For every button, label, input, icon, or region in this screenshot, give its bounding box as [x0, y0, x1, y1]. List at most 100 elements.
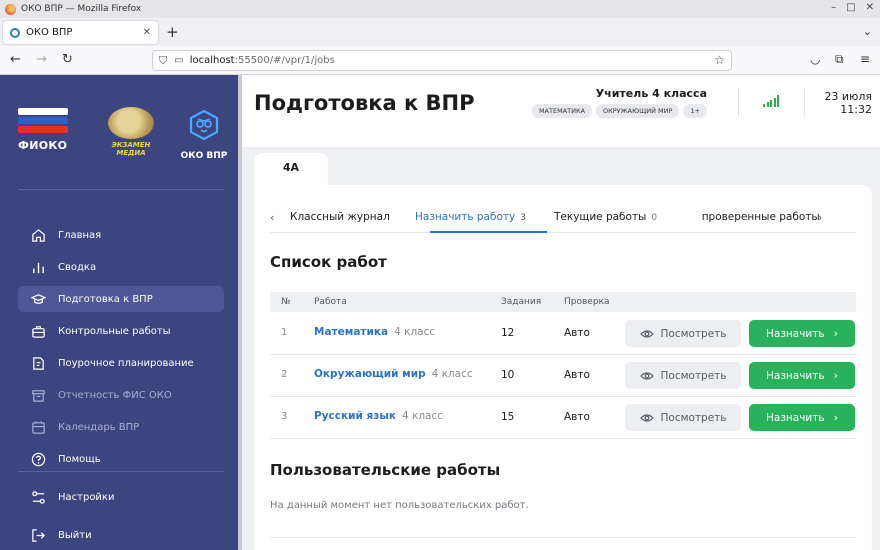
window-titlebar: ОКО ВПР — Mozilla Firefox – □ ✕	[0, 0, 880, 18]
active-tab-underline	[430, 231, 547, 233]
custom-works-title: Пользовательские работы	[270, 461, 501, 479]
subtabs: ‹ Классный журнал Назначить работу 3 Теку…	[270, 203, 856, 233]
reload-icon[interactable]: ↻	[62, 52, 73, 67]
tab-strip: ОКО ВПР ✕ + ⌄	[0, 18, 880, 46]
pocket-icon[interactable]: ◡	[810, 52, 820, 66]
emblem-icon	[108, 107, 154, 139]
sidebar: ФИОКО ЭКЗАМЕН МЕДИА ОКО ВПР Главная Сводк…	[0, 75, 240, 550]
fioko-logo[interactable]: ФИОКО	[18, 108, 73, 152]
forward-icon[interactable]: →	[36, 52, 47, 67]
class-tab-4a[interactable]: 4А	[254, 153, 328, 189]
eye-icon	[639, 329, 654, 338]
page-title: Подготовка к ВПР	[254, 91, 475, 115]
edit-note-icon	[30, 355, 46, 371]
date-time: 23 июля 11:32	[824, 90, 872, 116]
col-check: Проверка	[564, 297, 610, 307]
tab-current-works[interactable]: Текущие работы 0	[554, 211, 657, 223]
briefcase-icon	[30, 323, 46, 339]
url-text[interactable]: localhost:55500/#/vpr/1/jobs	[190, 55, 335, 66]
page-info-icon[interactable]: ▭	[174, 55, 183, 66]
work-link[interactable]: Русский язык	[314, 410, 396, 422]
sidebar-item-tests[interactable]: Контрольные работы	[18, 318, 224, 344]
card-divider	[270, 537, 856, 538]
nav-bar: ← → ↻ ⛉ ▭ localhost:55500/#/vpr/1/jobs ☆…	[0, 46, 880, 75]
connection-signal-icon	[763, 95, 779, 107]
teacher-info[interactable]: Учитель 4 класса МАТЕМАТИКА ОКРУЖАЮЩИЙ М…	[512, 87, 707, 118]
sidebar-item-help[interactable]: Помощь	[18, 446, 224, 472]
archive-icon	[30, 387, 46, 403]
window-title: ОКО ВПР — Mozilla Firefox	[21, 4, 142, 14]
eye-icon	[639, 413, 654, 422]
jobs-list-title: Список работ	[270, 253, 387, 271]
graduation-cap-icon	[30, 291, 46, 307]
sidebar-divider-bottom	[18, 471, 224, 472]
logout-icon	[30, 527, 46, 543]
teacher-name: Учитель 4 класса	[595, 87, 707, 100]
subtabs-prev-icon[interactable]: ‹	[270, 211, 274, 224]
hamburger-menu-icon[interactable]: ≡	[860, 52, 870, 66]
close-window-icon[interactable]: ✕	[866, 2, 874, 13]
subtabs-next-icon[interactable]: ›	[818, 211, 822, 224]
home-icon	[30, 227, 46, 243]
calendar-icon	[30, 419, 46, 435]
table-row: 1 Математика 4 класс 12 Авто Посмотреть Н…	[270, 313, 856, 355]
more-subjects-chip[interactable]: 1+	[683, 104, 707, 118]
bookmark-star-icon[interactable]: ☆	[714, 53, 725, 67]
col-number: №	[281, 297, 291, 307]
assign-button[interactable]: Назначить ›	[749, 404, 855, 431]
help-icon	[30, 451, 46, 467]
subject-chip: ОКРУЖАЮЩИЙ МИР	[596, 104, 680, 118]
maximize-icon[interactable]: □	[846, 2, 855, 13]
tab-class-journal[interactable]: Классный журнал	[290, 211, 390, 223]
tab-unchecked-works[interactable]: Не проверенные работы	[700, 211, 820, 223]
sidebar-item-lesson-planning[interactable]: Поурочное планирование	[18, 350, 224, 376]
sidebar-divider	[18, 189, 224, 190]
browser-tab[interactable]: ОКО ВПР ✕	[3, 21, 158, 44]
main-content: Подготовка к ВПР Учитель 4 класса МАТЕМА…	[242, 75, 880, 550]
sidebar-item-fis-oko[interactable]: Отчетность ФИС ОКО	[18, 382, 224, 408]
view-button[interactable]: Посмотреть	[625, 362, 741, 389]
col-tasks: Задания	[501, 297, 542, 307]
sidebar-item-logout[interactable]: Выйти	[18, 522, 224, 548]
jobs-card: ‹ Классный журнал Назначить работу 3 Теку…	[254, 185, 872, 550]
shield-icon[interactable]: ⛉	[159, 54, 167, 68]
bar-chart-icon	[30, 259, 46, 275]
tab-title: ОКО ВПР	[26, 27, 73, 38]
assign-button[interactable]: Назначить ›	[749, 362, 855, 389]
header-divider	[738, 89, 739, 117]
empty-state-text: На данный момент нет пользовательских ра…	[270, 500, 529, 511]
minimize-icon[interactable]: –	[831, 2, 836, 13]
view-button[interactable]: Посмотреть	[625, 404, 741, 431]
sidebar-item-home[interactable]: Главная	[18, 222, 224, 248]
tabs-menu-icon[interactable]: ⌄	[863, 25, 872, 38]
table-row: 3 Русский язык 4 класс 15 Авто Посмотреть…	[270, 397, 856, 439]
settings-icon	[30, 489, 46, 505]
view-button[interactable]: Посмотреть	[625, 320, 741, 347]
eye-icon	[639, 371, 654, 380]
tab-assign-work[interactable]: Назначить работу 3	[415, 211, 526, 223]
owl-hexagon-icon	[189, 109, 219, 141]
url-bar[interactable]: ⛉ ▭ localhost:55500/#/vpr/1/jobs ☆	[152, 50, 732, 71]
work-link[interactable]: Окружающий мир	[314, 368, 426, 380]
assign-button[interactable]: Назначить ›	[749, 320, 855, 347]
back-icon[interactable]: ←	[10, 52, 21, 67]
oko-vpr-logo[interactable]: ОКО ВПР	[178, 109, 230, 161]
table-row: 2 Окружающий мир 4 класс 10 Авто Посмотре…	[270, 355, 856, 397]
new-tab-icon[interactable]: +	[166, 23, 179, 41]
sidebar-item-calendar[interactable]: Календарь ВПР	[18, 414, 224, 440]
chevron-right-icon: ›	[833, 411, 838, 424]
sidebar-item-vpr-prep[interactable]: Подготовка к ВПР	[18, 286, 224, 312]
exam-media-logo[interactable]: ЭКЗАМЕН МЕДИА	[104, 107, 158, 157]
header-divider	[804, 89, 805, 117]
chevron-right-icon: ›	[833, 369, 838, 382]
tab-close-icon[interactable]: ✕	[143, 27, 151, 38]
work-link[interactable]: Математика	[314, 326, 388, 338]
logo-strip: ФИОКО ЭКЗАМЕН МЕДИА ОКО ВПР	[0, 75, 240, 190]
sidebar-item-settings[interactable]: Настройки	[18, 484, 224, 510]
firefox-logo-icon	[5, 3, 16, 15]
col-work: Работа	[314, 297, 347, 307]
chevron-right-icon: ›	[833, 327, 838, 340]
extensions-icon[interactable]: ⧉	[835, 52, 844, 67]
sidebar-item-summary[interactable]: Сводка	[18, 254, 224, 280]
favicon-icon	[10, 27, 20, 38]
